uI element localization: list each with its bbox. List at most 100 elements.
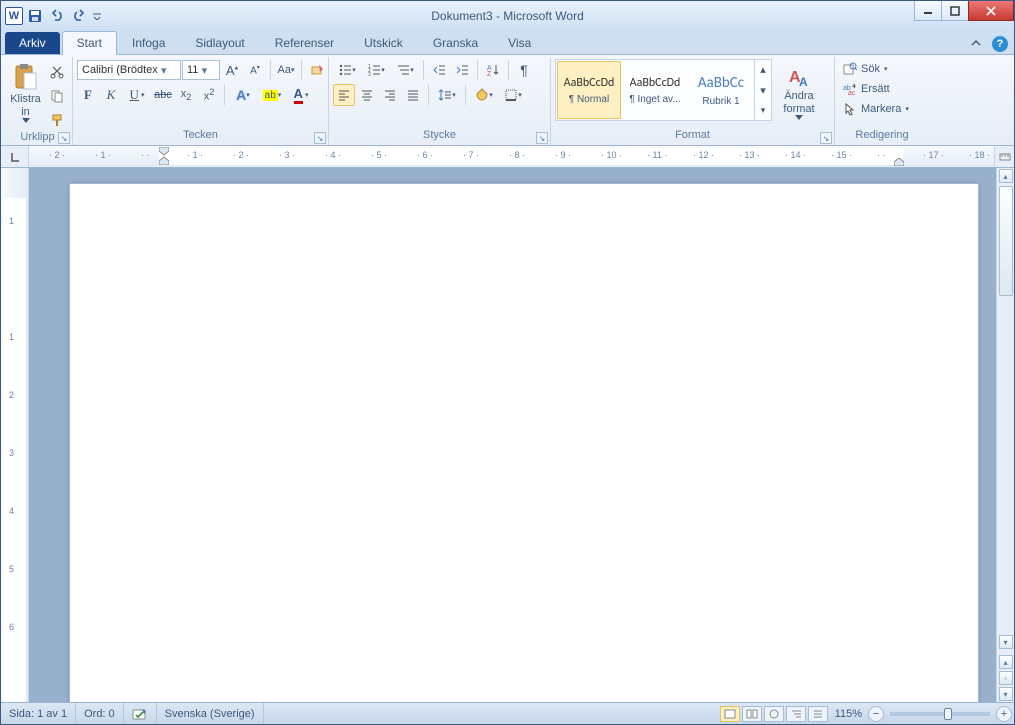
find-button[interactable]: Sök▾ xyxy=(839,59,891,79)
undo-button[interactable] xyxy=(47,6,67,26)
borders-button[interactable]: ▾ xyxy=(499,84,527,106)
zoom-in-button[interactable]: + xyxy=(996,706,1012,722)
bold-button[interactable]: F xyxy=(77,84,99,106)
clipboard-launcher[interactable]: ↘ xyxy=(58,132,70,144)
tab-infoga[interactable]: Infoga xyxy=(117,31,180,54)
tab-visa[interactable]: Visa xyxy=(493,31,546,54)
vertical-ruler[interactable]: 21123456 xyxy=(1,168,29,702)
underline-button[interactable]: U▾ xyxy=(123,84,151,106)
scroll-down-button[interactable]: ▾ xyxy=(999,635,1013,649)
tab-referenser[interactable]: Referenser xyxy=(260,31,349,54)
highlight-button[interactable]: ab▾ xyxy=(258,84,286,106)
font-color-button[interactable]: A▾ xyxy=(287,84,315,106)
redo-button[interactable] xyxy=(69,6,89,26)
zoom-slider[interactable] xyxy=(890,712,990,716)
save-button[interactable] xyxy=(25,6,45,26)
tab-sidlayout[interactable]: Sidlayout xyxy=(180,31,259,54)
zoom-level[interactable]: 115% xyxy=(835,708,862,720)
tab-selector[interactable] xyxy=(1,146,29,167)
word-app-icon[interactable]: W xyxy=(5,7,23,25)
font-launcher[interactable]: ↘ xyxy=(314,132,326,144)
vertical-scrollbar[interactable]: ▴ ▾ ▴ ◦ ▾ xyxy=(996,168,1014,702)
copy-button[interactable] xyxy=(46,85,68,107)
numbering-button[interactable]: 123▾ xyxy=(362,59,390,81)
clear-formatting-button[interactable] xyxy=(306,59,328,81)
align-center-button[interactable] xyxy=(356,84,378,106)
help-button[interactable]: ? xyxy=(992,36,1008,52)
font-size-combo[interactable]: 11▾ xyxy=(182,60,220,80)
horizontal-ruler[interactable]: · 2 ·· 1 ·· ·· 1 ·· 2 ·· 3 ·· 4 ·· 5 ·· … xyxy=(29,146,994,167)
replace-button[interactable]: abac Ersätt xyxy=(839,79,894,99)
minimize-button[interactable] xyxy=(914,1,942,21)
bullets-button[interactable]: ▾ xyxy=(333,59,361,81)
select-label: Markera xyxy=(861,103,901,115)
style-heading1[interactable]: AaBbCc Rubrik 1 xyxy=(689,61,753,119)
shrink-font-button[interactable]: A▾ xyxy=(244,59,266,81)
word-count[interactable]: Ord: 0 xyxy=(76,703,124,724)
superscript-button[interactable]: x2 xyxy=(198,84,220,106)
paragraph-launcher[interactable]: ↘ xyxy=(536,132,548,144)
view-print-layout[interactable] xyxy=(720,706,740,722)
font-name-combo[interactable]: Calibri (Brödtex▾ xyxy=(77,60,181,80)
ruler-toggle-button[interactable] xyxy=(994,146,1014,167)
sort-button[interactable]: AZ xyxy=(482,59,504,81)
align-left-button[interactable] xyxy=(333,84,355,106)
window-controls xyxy=(915,1,1014,21)
work-area: · 2 ·· 1 ·· ·· 1 ·· 2 ·· 3 ·· 4 ·· 5 ·· … xyxy=(1,146,1014,702)
view-web-layout[interactable] xyxy=(764,706,784,722)
view-outline[interactable] xyxy=(786,706,806,722)
view-draft[interactable] xyxy=(808,706,828,722)
format-painter-button[interactable] xyxy=(46,109,68,131)
paste-button[interactable]: Klistra in xyxy=(7,59,44,127)
grow-font-button[interactable]: A▴ xyxy=(221,59,243,81)
minimize-ribbon-button[interactable] xyxy=(966,34,986,54)
show-marks-button[interactable]: ¶ xyxy=(513,59,535,81)
increase-indent-button[interactable] xyxy=(451,59,473,81)
cut-button[interactable] xyxy=(46,61,68,83)
group-paragraph-label: Stycke xyxy=(423,129,456,141)
group-paragraph: ▾ 123▾ ▾ AZ ¶ ▾ xyxy=(329,57,551,145)
proofing-status[interactable] xyxy=(124,703,157,724)
group-editing: Sök▾ abac Ersätt Markera▾ Redigering xyxy=(835,57,929,145)
browse-next-button[interactable]: ▾ xyxy=(999,687,1013,701)
align-right-button[interactable] xyxy=(379,84,401,106)
group-font: Calibri (Brödtex▾ 11▾ A▴ A▾ Aa▾ F K U▾ a… xyxy=(73,57,329,145)
page-status[interactable]: Sida: 1 av 1 xyxy=(1,703,76,724)
change-case-button[interactable]: Aa▾ xyxy=(275,59,297,81)
style-no-spacing[interactable]: AaBbCcDd ¶ Inget av... xyxy=(623,61,687,119)
multilevel-list-button[interactable]: ▾ xyxy=(391,59,419,81)
tab-utskick[interactable]: Utskick xyxy=(349,31,418,54)
scroll-up-button[interactable]: ▴ xyxy=(999,169,1013,183)
change-styles-button[interactable]: AA Ändra format xyxy=(774,59,824,127)
shading-button[interactable]: ▾ xyxy=(470,84,498,106)
decrease-indent-button[interactable] xyxy=(428,59,450,81)
styles-row-down[interactable]: ▾ xyxy=(755,81,771,100)
scroll-thumb[interactable] xyxy=(999,186,1013,296)
tab-granska[interactable]: Granska xyxy=(418,31,493,54)
select-button[interactable]: Markera▾ xyxy=(839,99,913,119)
styles-row-up[interactable]: ▴ xyxy=(755,60,771,79)
text-effects-button[interactable]: A▾ xyxy=(229,84,257,106)
subscript-button[interactable]: x2 xyxy=(175,84,197,106)
styles-launcher[interactable]: ↘ xyxy=(820,132,832,144)
find-label: Sök xyxy=(861,63,880,75)
italic-button[interactable]: K xyxy=(100,84,122,106)
document-canvas[interactable] xyxy=(29,168,996,702)
maximize-button[interactable] xyxy=(941,1,969,21)
page[interactable] xyxy=(69,183,979,702)
browse-object-button[interactable]: ◦ xyxy=(999,671,1013,685)
file-tab[interactable]: Arkiv xyxy=(5,32,60,54)
style-normal[interactable]: AaBbCcDd ¶ Normal xyxy=(557,61,621,119)
line-spacing-button[interactable]: ▾ xyxy=(433,84,461,106)
browse-prev-button[interactable]: ▴ xyxy=(999,655,1013,669)
close-button[interactable] xyxy=(968,1,1014,21)
styles-expand[interactable]: ▾ xyxy=(755,101,771,120)
strikethrough-button[interactable]: abc xyxy=(152,84,174,106)
tab-start[interactable]: Start xyxy=(62,31,117,55)
justify-button[interactable] xyxy=(402,84,424,106)
zoom-out-button[interactable]: − xyxy=(868,706,884,722)
ribbon-tabs: Arkiv Start Infoga Sidlayout Referenser … xyxy=(1,30,1014,54)
view-full-screen[interactable] xyxy=(742,706,762,722)
language-status[interactable]: Svenska (Sverige) xyxy=(157,703,264,724)
qat-customize-button[interactable] xyxy=(91,6,103,26)
